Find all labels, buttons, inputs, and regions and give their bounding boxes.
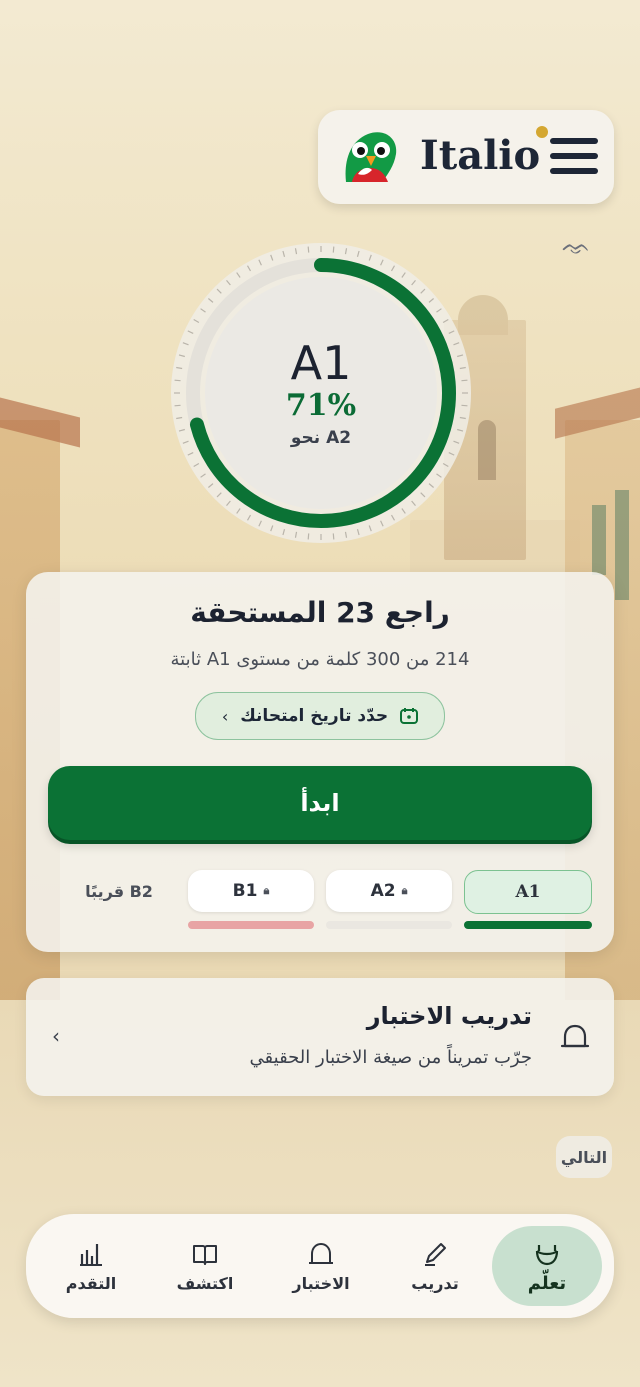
nav-discover[interactable]: اكتشف	[150, 1226, 260, 1306]
nav-label: تعلّم	[527, 1272, 567, 1294]
nav-practice[interactable]: تدريب	[380, 1226, 490, 1306]
nav-test[interactable]: الاختبار	[266, 1226, 376, 1306]
bowl-icon	[535, 1244, 559, 1265]
review-subtitle: 214 من 300 كلمة من مستوى A1 ثابتة	[170, 649, 470, 670]
level-tab-b1[interactable]: B1 🔒︎	[188, 870, 314, 912]
progress-percent: 71%	[285, 388, 357, 423]
nav-label: اكتشف	[176, 1273, 234, 1293]
nav-label: تدريب	[411, 1273, 459, 1293]
review-title: راجع 23 المستحقة	[190, 596, 450, 629]
exam-button-label: حدّد تاريخ امتحانك	[240, 706, 389, 726]
bell-icon	[309, 1242, 333, 1264]
practice-title: تدريب الاختبار	[366, 1002, 532, 1030]
calendar-icon	[400, 708, 419, 724]
lock-icon: 🔒︎	[401, 884, 408, 897]
chevron-left-icon: ‹	[52, 1024, 60, 1048]
set-exam-date-button[interactable]: ‹ حدّد تاريخ امتحانك	[195, 692, 445, 740]
chevron-left-icon: ‹	[221, 706, 229, 726]
level-progress-bar-a1	[464, 921, 592, 929]
notification-dot	[536, 126, 548, 138]
nav-label: التقدم	[65, 1273, 117, 1293]
bell-icon	[560, 1024, 590, 1048]
lock-icon: 🔒︎	[263, 884, 270, 897]
level-tab-label: A2	[370, 881, 396, 901]
level-progress-bar-b1	[188, 921, 314, 929]
hamburger-menu-icon[interactable]	[550, 138, 598, 174]
start-button[interactable]: ابدأ	[48, 766, 592, 840]
level-tab-label: A1	[515, 882, 541, 902]
brand-name: Italio	[420, 132, 541, 179]
current-level: A1	[290, 336, 352, 390]
nav-learn[interactable]: تعلّم	[492, 1226, 602, 1306]
review-card: راجع 23 المستحقة 214 من 300 كلمة من مستو…	[26, 572, 614, 952]
level-tab-b2-soon: B2 قريبًا	[56, 870, 182, 912]
pencil-icon	[425, 1242, 446, 1266]
level-tab-a2[interactable]: A2 🔒︎	[326, 870, 452, 912]
practice-subtitle: جرّب تمريناً من صيغة الاختبار الحقيقي	[249, 1047, 532, 1068]
level-progress-ring: A1 71% نحو A2	[166, 238, 476, 548]
next-level-label: نحو A2	[290, 428, 352, 448]
parrot-mascot-icon	[345, 132, 397, 182]
book-icon	[193, 1244, 217, 1265]
next-section-label: التالي	[556, 1136, 612, 1178]
bar-chart-icon	[80, 1243, 102, 1266]
app-header: Italio	[318, 110, 614, 204]
level-tab-label: B1	[232, 881, 258, 901]
level-tab-label: B2 قريبًا	[85, 881, 153, 901]
bottom-nav: تعلّم تدريب الاختبار اكتشف التقدم	[26, 1214, 614, 1318]
nav-progress[interactable]: التقدم	[36, 1226, 146, 1306]
bird-icon: ᨎ	[562, 232, 591, 260]
test-practice-card[interactable]: تدريب الاختبار جرّب تمريناً من صيغة الاخ…	[26, 978, 614, 1096]
nav-label: الاختبار	[292, 1273, 350, 1293]
level-progress-bar-a2	[326, 921, 452, 929]
level-tab-a1[interactable]: A1	[464, 870, 592, 914]
